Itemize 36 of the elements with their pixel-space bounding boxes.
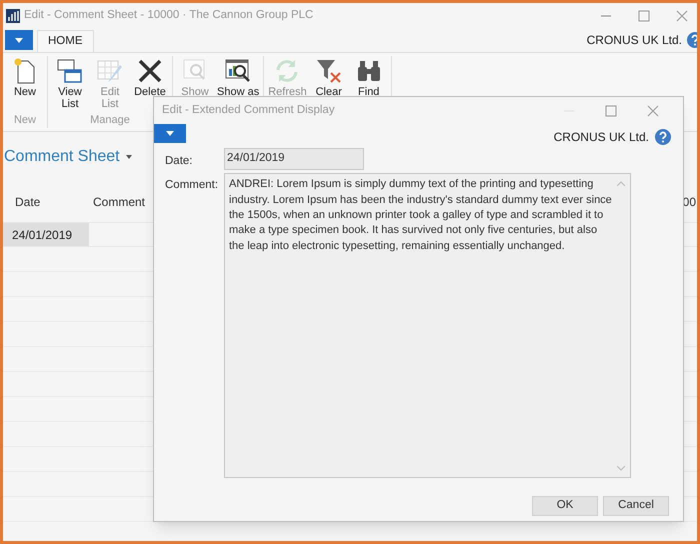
- close-icon[interactable]: [676, 10, 688, 22]
- scroll-down-icon[interactable]: [617, 466, 625, 472]
- caret-icon[interactable]: [126, 155, 132, 159]
- dialog-title: Edit - Extended Comment Display: [162, 102, 335, 118]
- help-icon[interactable]: [655, 129, 671, 145]
- table-cell[interactable]: 24/01/2019: [3, 223, 89, 246]
- field-label: Comment:: [164, 178, 220, 194]
- ribbon-button[interactable]: Find: [350, 56, 388, 98]
- menu-dropdown-button[interactable]: [5, 30, 33, 50]
- delete-icon: [136, 57, 164, 85]
- field-label: Date:: [164, 154, 194, 169]
- column-header: Date: [14, 194, 42, 211]
- ribbon-button[interactable]: New: [6, 56, 44, 98]
- column-header: Comment: [93, 194, 146, 211]
- close-icon[interactable]: [647, 104, 659, 116]
- caret-icon: [15, 38, 23, 42]
- scroll-up-icon[interactable]: [617, 181, 625, 186]
- ribbon-button[interactable]: Clear: [310, 56, 348, 98]
- ok-button[interactable]: OK: [532, 496, 598, 516]
- ribbon-button[interactable]: View List: [51, 56, 89, 110]
- comment-field[interactable]: ANDREI: Lorem Ipsum is simply dummy text of the printing and typesetting industry. Lorem Ipsum has been the industry's standard dummy text ever since the 1500s, when an unknown printer took a galley of type and scrambled it to make a type specimen book. It has survived not only five centuries, but also the leap into electronic typesetting, remaining essentially unchanged.: [224, 173, 631, 478]
- window-title: Edit - Comment Sheet - 10000 · The Cannon Group PLC: [24, 8, 314, 23]
- group-label: Manage: [90, 112, 130, 128]
- company-name: CRONUS UK Ltd.: [554, 129, 649, 146]
- group-label: New: [14, 112, 36, 128]
- cancel-button[interactable]: Cancel: [603, 496, 669, 516]
- maximize-icon[interactable]: [605, 104, 617, 116]
- page-title: Comment Sheet: [4, 147, 120, 167]
- filter-cross-icon: [314, 57, 343, 85]
- menu-dropdown-button[interactable]: [154, 124, 186, 143]
- ribbon-tab[interactable]: HOME: [37, 30, 94, 52]
- company-name: CRONUS UK Ltd.: [586, 32, 682, 49]
- date-field[interactable]: 24/01/2019: [224, 148, 364, 170]
- windows-icon: [56, 57, 84, 85]
- maximize-icon[interactable]: [638, 10, 650, 22]
- app-logo-icon: [6, 8, 20, 22]
